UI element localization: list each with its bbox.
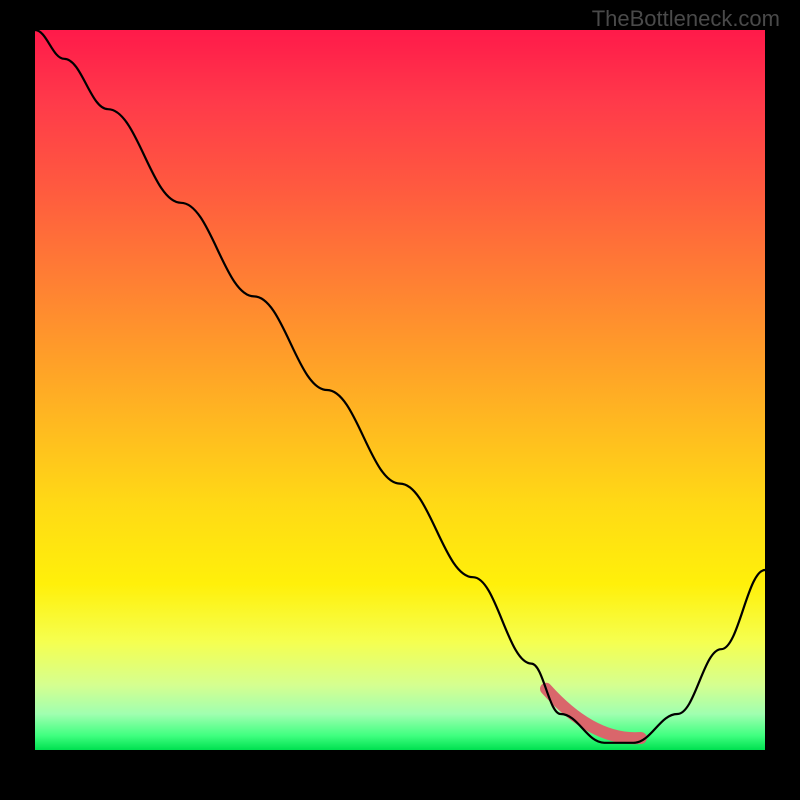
bottleneck-line-chart — [35, 30, 765, 750]
watermark-text: TheBottleneck.com — [592, 6, 780, 32]
bottleneck-curve-path — [35, 30, 765, 743]
chart-plot-area — [35, 30, 765, 750]
